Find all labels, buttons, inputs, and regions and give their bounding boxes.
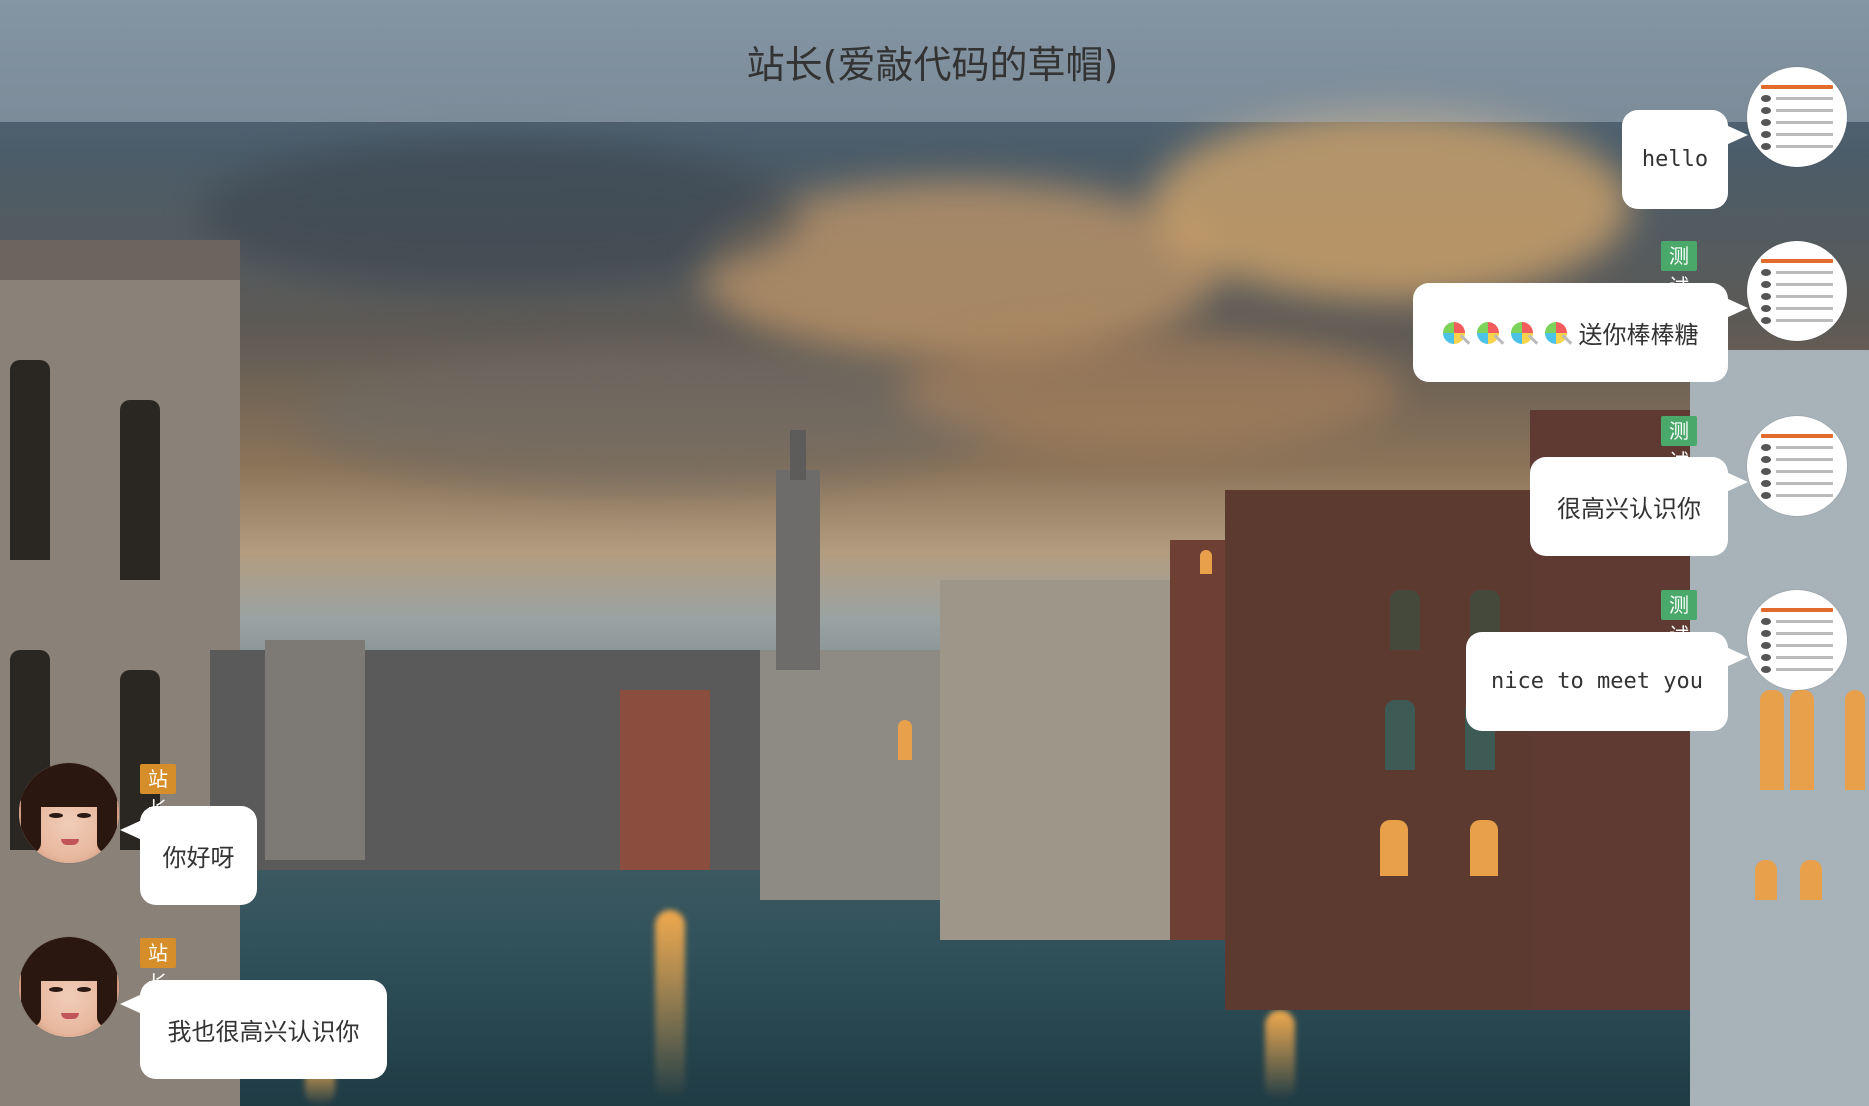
message-text: 我也很高兴认识你: [167, 1018, 360, 1046]
chat-title: 站长(爱敲代码的草帽): [746, 42, 1119, 87]
user-avatar[interactable]: [1747, 67, 1847, 167]
user-avatar[interactable]: [1747, 590, 1847, 690]
user-tag: 站长: [140, 764, 176, 821]
lollipop-icon: [1476, 321, 1499, 344]
user-avatar[interactable]: [19, 937, 119, 1037]
user-avatar[interactable]: [19, 763, 119, 863]
message-bubble[interactable]: 你好呀: [140, 806, 257, 905]
message-bubble[interactable]: nice to meet you: [1466, 632, 1728, 731]
message-text: hello: [1641, 147, 1709, 172]
message-text: 你好呀: [162, 844, 235, 872]
user-tag: 站长: [140, 938, 176, 995]
message-text: 很高兴认识你: [1557, 495, 1701, 523]
chat-header: 站长(爱敲代码的草帽): [0, 0, 1869, 122]
user-tag: 测试: [1661, 241, 1697, 298]
message-bubble[interactable]: 送你棒棒糖: [1413, 283, 1728, 382]
user-avatar[interactable]: [1747, 241, 1847, 341]
message-bubble[interactable]: 很高兴认识你: [1530, 457, 1728, 556]
message-bubble[interactable]: hello: [1622, 110, 1728, 209]
lollipop-icon: [1442, 321, 1465, 344]
user-tag: 测试: [1661, 590, 1697, 647]
user-tag: 测试: [1661, 416, 1697, 473]
message-bubble[interactable]: 我也很高兴认识你: [140, 980, 387, 1079]
user-avatar[interactable]: [1747, 416, 1847, 516]
message-text: 送你棒棒糖: [1578, 321, 1699, 349]
lollipop-icon: [1510, 321, 1533, 344]
message-text: nice to meet you: [1491, 669, 1703, 694]
lollipop-icon: [1544, 321, 1567, 344]
